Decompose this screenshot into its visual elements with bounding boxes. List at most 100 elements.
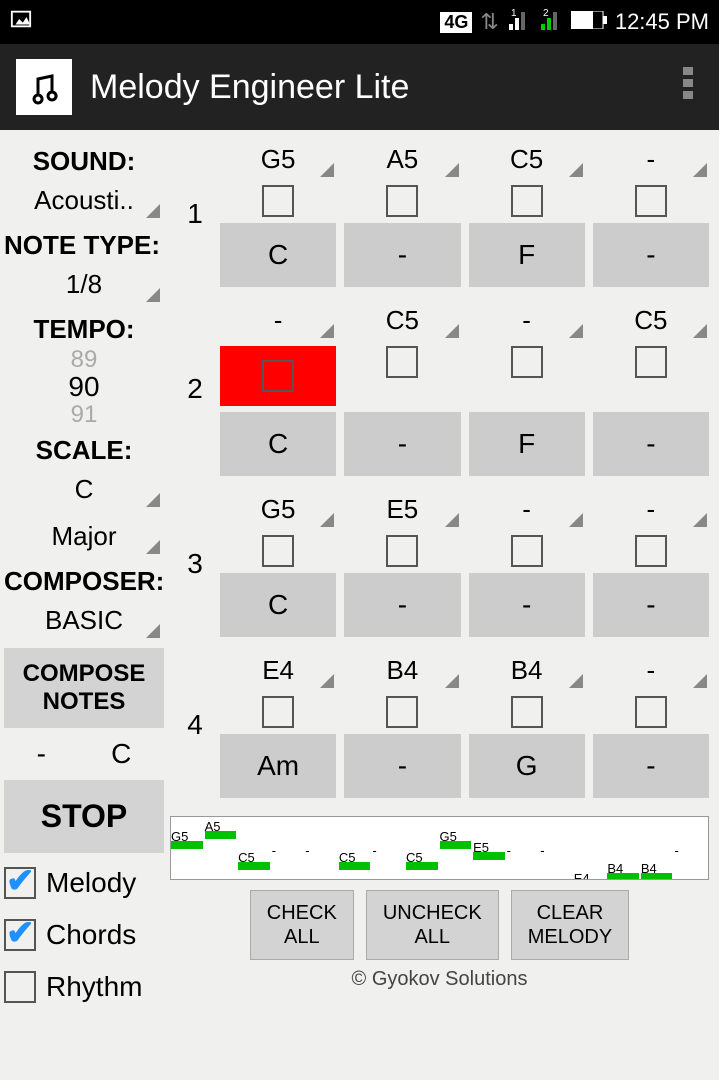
note-checkbox[interactable] (220, 185, 336, 217)
composer-spinner[interactable]: BASIC (4, 599, 164, 642)
chord-button[interactable]: Am (220, 734, 336, 798)
note-checkbox[interactable] (344, 185, 460, 217)
note-checkbox[interactable] (469, 696, 585, 728)
stop-button[interactable]: STOP (4, 780, 164, 853)
piano-roll-preview: G5A5C5--C5-C5G5E5--E4B4B4- (170, 816, 709, 880)
sound-label: SOUND: (4, 146, 164, 177)
chord-button[interactable]: C (220, 223, 336, 287)
note-spinner[interactable]: G5 (220, 140, 336, 179)
chord-button[interactable]: G (469, 734, 585, 798)
overflow-menu-icon[interactable] (673, 55, 703, 119)
note-spinner[interactable]: - (469, 490, 585, 529)
note-spinner[interactable]: - (593, 140, 709, 179)
tempo-prev: 89 (4, 347, 164, 372)
chord-button[interactable]: F (469, 412, 585, 476)
pianoroll-label: - (305, 843, 309, 858)
pianoroll-label: B4 (641, 861, 657, 876)
clear-melody-button[interactable]: CLEAR MELODY (511, 890, 629, 960)
note-checkbox[interactable] (593, 535, 709, 567)
pianoroll-label: C5 (339, 850, 356, 865)
pianoroll-label: - (272, 843, 276, 858)
row-number: 1 (170, 198, 220, 230)
chord-button[interactable]: - (344, 573, 460, 637)
note-spinner[interactable]: E5 (344, 490, 460, 529)
chord-button[interactable]: - (593, 573, 709, 637)
pianoroll-label: E5 (473, 840, 489, 855)
note-checkbox[interactable] (469, 185, 585, 217)
checkbox-icon (4, 919, 36, 951)
pianoroll-label: G5 (171, 829, 188, 844)
note-spinner[interactable]: B4 (344, 651, 460, 690)
scale-root-spinner[interactable]: C (4, 468, 164, 511)
scale-mode-spinner[interactable]: Major (4, 515, 164, 558)
chord-button[interactable]: - (344, 734, 460, 798)
chord-button[interactable]: F (469, 223, 585, 287)
note-checkbox[interactable] (469, 346, 585, 406)
right-panel: 1G5A5C5-C-F-2-C5-C5C-F-3G5E5--C---4E4B4B… (170, 140, 719, 1080)
app-icon (16, 59, 72, 115)
note-spinner[interactable]: - (593, 490, 709, 529)
checkbox-icon (4, 867, 36, 899)
chord-button[interactable]: - (593, 223, 709, 287)
compose-notes-button[interactable]: COMPOSE NOTES (4, 648, 164, 728)
chord-button[interactable]: - (344, 412, 460, 476)
chord-button[interactable]: C (220, 412, 336, 476)
row-number: 2 (170, 373, 220, 405)
compose-status-left: - (37, 738, 46, 770)
left-panel: SOUND: Acousti.. NOTE TYPE: 1/8 TEMPO: 8… (0, 140, 170, 1080)
note-checkbox[interactable] (344, 535, 460, 567)
note-checkbox[interactable] (469, 535, 585, 567)
note-spinner[interactable]: - (593, 651, 709, 690)
note-spinner[interactable]: C5 (593, 301, 709, 340)
note-grid: 1G5A5C5-C-F-2-C5-C5C-F-3G5E5--C---4E4B4B… (170, 140, 709, 806)
note-checkbox[interactable] (220, 535, 336, 567)
chord-button[interactable]: - (593, 734, 709, 798)
compose-status-right: C (111, 738, 131, 770)
note-spinner[interactable]: C5 (344, 301, 460, 340)
checkbox-label: Melody (46, 867, 136, 899)
composer-label: COMPOSER: (4, 566, 164, 597)
note-spinner[interactable]: - (220, 301, 336, 340)
app-title: Melody Engineer Lite (90, 68, 673, 107)
notetype-label: NOTE TYPE: (4, 230, 164, 261)
tempo-wheel[interactable]: 89 90 91 (4, 347, 164, 427)
note-checkbox[interactable] (593, 346, 709, 406)
pianoroll-label: C5 (406, 850, 423, 865)
note-spinner[interactable]: E4 (220, 651, 336, 690)
note-checkbox[interactable] (220, 346, 336, 406)
chord-button[interactable]: C (220, 573, 336, 637)
pianoroll-label: G5 (440, 829, 457, 844)
chord-button[interactable]: - (593, 412, 709, 476)
footer-copyright: © Gyokov Solutions (170, 964, 709, 995)
pianoroll-label: - (507, 843, 511, 858)
check-all-button[interactable]: CHECK ALL (250, 890, 354, 960)
chord-button[interactable]: - (469, 573, 585, 637)
picture-icon (10, 10, 32, 35)
note-checkbox[interactable] (593, 696, 709, 728)
svg-text:1: 1 (511, 8, 517, 19)
chords-checkbox-row[interactable]: Chords (4, 919, 164, 951)
network-badge: 4G (440, 12, 472, 33)
tempo-next: 91 (4, 402, 164, 427)
rhythm-checkbox-row[interactable]: Rhythm (4, 971, 164, 1003)
chord-button[interactable]: - (344, 223, 460, 287)
note-checkbox[interactable] (593, 185, 709, 217)
tempo-value: 90 (4, 372, 164, 401)
pianoroll-label: E4 (574, 871, 590, 880)
notetype-spinner[interactable]: 1/8 (4, 263, 164, 306)
pianoroll-label: B4 (607, 861, 623, 876)
note-spinner[interactable]: G5 (220, 490, 336, 529)
scale-label: SCALE: (4, 435, 164, 466)
uncheck-all-button[interactable]: UNCHECK ALL (366, 890, 499, 960)
note-checkbox[interactable] (344, 346, 460, 406)
note-checkbox[interactable] (220, 696, 336, 728)
note-spinner[interactable]: C5 (469, 140, 585, 179)
note-checkbox[interactable] (344, 696, 460, 728)
pianoroll-label: - (674, 843, 678, 858)
sound-spinner[interactable]: Acousti.. (4, 179, 164, 222)
note-spinner[interactable]: A5 (344, 140, 460, 179)
note-spinner[interactable]: B4 (469, 651, 585, 690)
compose-status: - C (4, 732, 164, 776)
melody-checkbox-row[interactable]: Melody (4, 867, 164, 899)
note-spinner[interactable]: - (469, 301, 585, 340)
